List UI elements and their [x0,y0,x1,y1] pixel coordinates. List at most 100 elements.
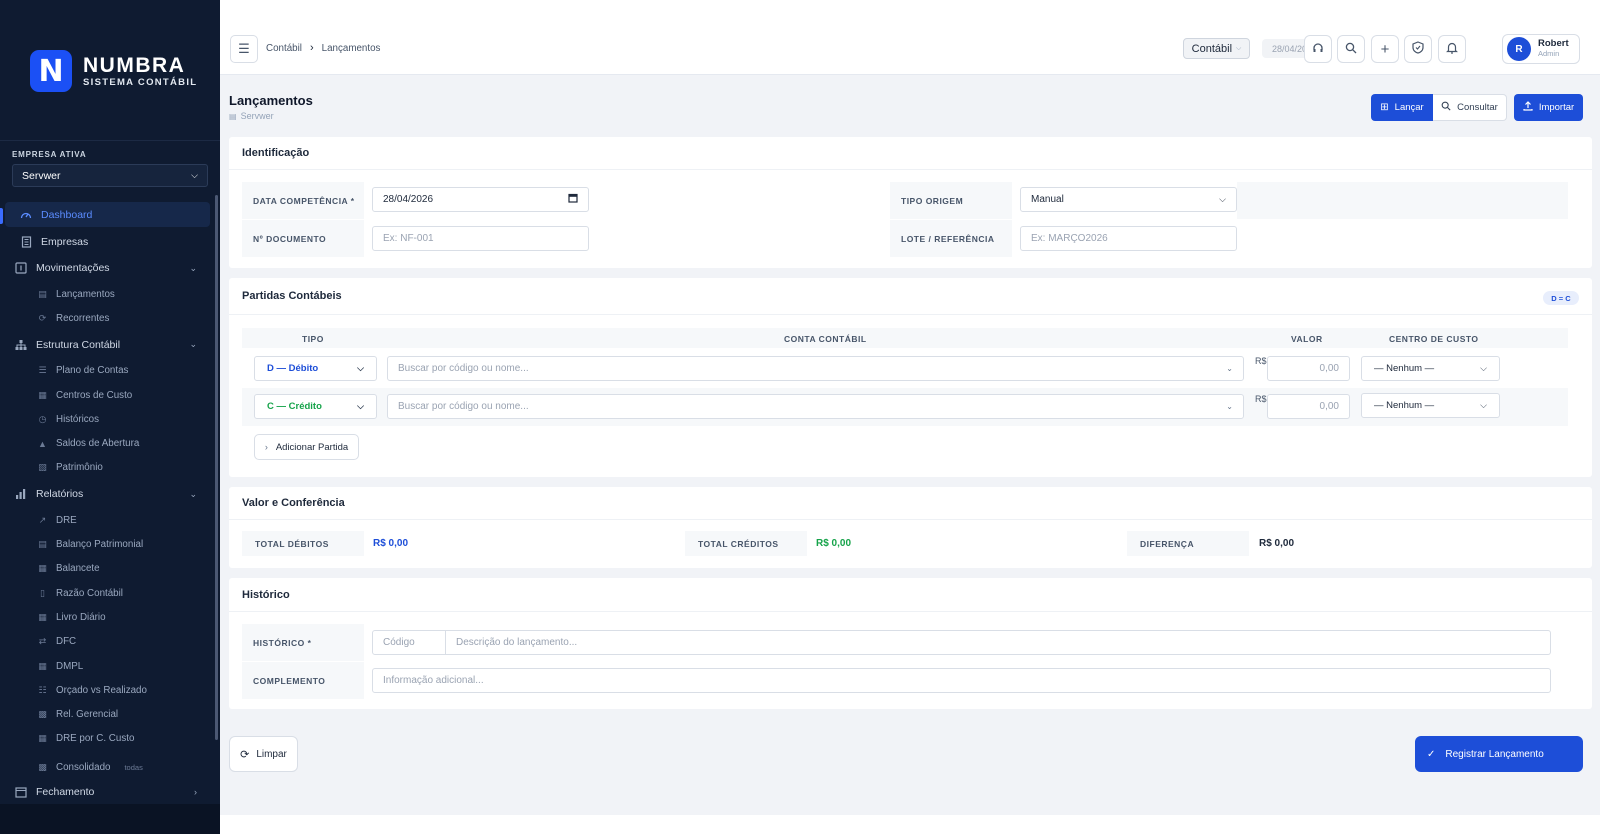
sidebar-item-empresas[interactable]: Empresas [0,229,215,254]
registrar-lancamento-button[interactable]: ✓ Registrar Lançamento [1415,736,1583,772]
consultar-button[interactable]: Consultar [1433,94,1507,121]
sidebar-item-label: DFC [56,636,77,648]
page-subtitle: ▤ Servwer [229,111,274,121]
sidebar-item-patrimonio[interactable]: ▧ Patrimônio [0,456,215,480]
sidebar-item-orcado-vs-realizado[interactable]: ☷ Orçado vs Realizado [0,678,215,702]
plus-square-icon: ⊞ [1380,102,1389,113]
sidebar-item-label: DRE [56,514,77,526]
sidebar-item-consolidado[interactable]: ▩ Consolidado todas [0,755,215,779]
chevron-down-icon: ⌵ [1480,363,1487,373]
support-button[interactable] [1304,35,1332,63]
notifications-button[interactable] [1438,35,1466,63]
breadcrumb-item[interactable]: Contábil [266,43,302,54]
security-button[interactable] [1404,35,1432,63]
sidebar-item-label: Empresas [41,235,89,248]
empresa-select-value: Servwer [22,169,61,182]
sidebar-group-relatorios[interactable]: Relatórios ⌄ [0,480,215,508]
chevron-down-icon: ⌵ [357,363,364,373]
sidebar-item-balanco-patrimonial[interactable]: ▤ Balanço Patrimonial [0,532,215,556]
sidebar-group-fechamento[interactable]: Fechamento › [0,779,215,805]
chevron-down-icon: ⌄ [189,488,197,499]
field-row: COMPLEMENTO Informação adicional... [242,662,1568,699]
sidebar-item-centros-de-custo[interactable]: ▦ Centros de Custo [0,383,215,407]
sidebar-item-recorrentes[interactable]: ⟳ Recorrentes [0,306,215,330]
module-select[interactable]: Contábil ⌵ [1183,38,1250,59]
lote-label: LOTE / REFERÊNCIA [890,220,1012,257]
chart-icon: ☷ [38,684,47,695]
partidas-card: Partidas Contábeis D = C TIPO CONTA CONT… [229,278,1592,477]
sidebar-item-dfc[interactable]: ⇄ DFC [0,630,215,654]
sidebar-scrollbar[interactable] [215,195,218,740]
sidebar-item-saldos-de-abertura[interactable]: ▲ Saldos de Abertura [0,431,215,455]
add-partida-button[interactable]: › Adicionar Partida [254,434,359,460]
sidebar-item-plano-de-contas[interactable]: ☰ Plano de Contas [0,359,215,383]
line-chart-icon: ↗ [38,514,47,525]
chevron-down-icon: ⌵ [1219,194,1226,204]
limpar-button[interactable]: ⟳ Limpar [229,736,298,772]
conta-search-input[interactable]: Buscar por código ou nome... ⌄ [387,394,1244,419]
tipo-origem-select[interactable]: Manual ⌵ [1020,187,1237,212]
book-icon: ▯ [40,587,45,598]
sidebar-item-lancamentos[interactable]: ▤ Lançamentos [0,282,215,306]
sidebar-item-label: Plano de Contas [56,365,129,377]
complemento-input[interactable]: Informação adicional... [372,668,1551,693]
tipo-select[interactable]: D — Débito ⌵ [254,356,377,381]
sidebar-group-movimentacoes[interactable]: Movimentações ⌄ [0,254,215,282]
sidebar-item-rel-gerencial[interactable]: ▩ Rel. Gerencial [0,702,215,726]
page-title: Lançamentos [229,93,313,108]
table-row: D — Débito ⌵ Buscar por código ou nome..… [242,350,1568,388]
sidebar-item-historicos[interactable]: ◷ Históricos [0,407,215,431]
sidebar-item-label: Rel. Gerencial [56,709,119,721]
sidebar-nav: Dashboard Empresas Movimentações ⌄ ▤ Lan… [0,202,215,805]
historico-descricao-input[interactable]: Descrição do lançamento... [446,630,1551,655]
chevron-right-icon: › [309,42,314,54]
card-title: Histórico [242,589,290,601]
sidebar-item-label: Razão Contábil [56,587,123,599]
user-name: Robert [1538,38,1569,49]
documento-input[interactable]: Ex: NF-001 [372,226,589,251]
centro-custo-select[interactable]: — Nenhum — ⌵ [1361,356,1500,381]
sidebar-item-dre-por-c-custo[interactable]: ▦ DRE por C. Custo [0,727,215,751]
sidebar-item-dre[interactable]: ↗ DRE [0,508,215,532]
add-button[interactable]: + [1371,35,1399,63]
menu-toggle-button[interactable]: ☰ [230,35,258,63]
valor-input[interactable]: 0,00 [1267,394,1350,419]
documento-label: Nº DOCUMENTO [242,220,364,257]
tipo-value-debito: D — Débito [267,363,319,374]
importar-button[interactable]: Importar [1514,94,1583,121]
lancar-button[interactable]: ⊞ Lançar [1371,94,1433,121]
search-button[interactable] [1337,35,1365,63]
clock-icon: ◷ [38,413,47,424]
sidebar-item-label: Lançamentos [56,288,115,300]
valor-input[interactable]: 0,00 [1267,356,1350,381]
logo[interactable]: N NUMBRA SISTEMA CONTÁBIL [30,50,197,92]
historico-codigo-input[interactable]: Código [372,630,446,655]
sidebar-item-razao-contabil[interactable]: ▯ Razão Contábil [0,581,215,605]
empresa-select[interactable]: Servwer ⌵ [12,164,208,187]
upload-icon [1523,101,1533,114]
card-title: Partidas Contábeis [242,290,342,302]
table-icon: ▦ [38,660,47,671]
sidebar-item-livro-diario[interactable]: ▦ Livro Diário [0,605,215,629]
sidebar-item-dmpl[interactable]: ▦ DMPL [0,654,215,678]
tipo-select[interactable]: C — Crédito ⌵ [254,394,377,419]
bar-chart-icon [15,488,27,500]
chevron-right-icon: › [264,442,268,452]
user-menu[interactable]: R Robert Admin [1502,34,1580,64]
lote-input[interactable]: Ex: MARÇO2026 [1020,226,1237,251]
numbra-logo-icon: N [30,50,72,92]
chevron-down-icon: ⌵ [191,170,198,180]
chevron-down-icon: ⌵ [357,401,364,411]
refresh-icon: ⟳ [240,748,250,761]
shield-icon [1412,41,1424,57]
tipo-value-credito: C — Crédito [267,401,322,412]
sidebar-item-dashboard[interactable]: Dashboard [5,202,210,227]
sidebar: N NUMBRA SISTEMA CONTÁBIL EMPRESA ATIVA … [0,0,220,834]
conta-search-input[interactable]: Buscar por código ou nome... ⌄ [387,356,1244,381]
main-content: Lançamentos ▤ Servwer ⊞ Lançar Consultar… [220,75,1600,815]
breadcrumb: Contábil › Lançamentos [266,42,380,54]
sidebar-item-balancete[interactable]: ▦ Balancete [0,557,215,581]
sidebar-group-estrutura[interactable]: Estrutura Contábil ⌄ [0,331,215,359]
data-competencia-input[interactable]: 28/04/2026 [372,187,589,212]
centro-custo-select[interactable]: — Nenhum — ⌵ [1361,393,1500,418]
